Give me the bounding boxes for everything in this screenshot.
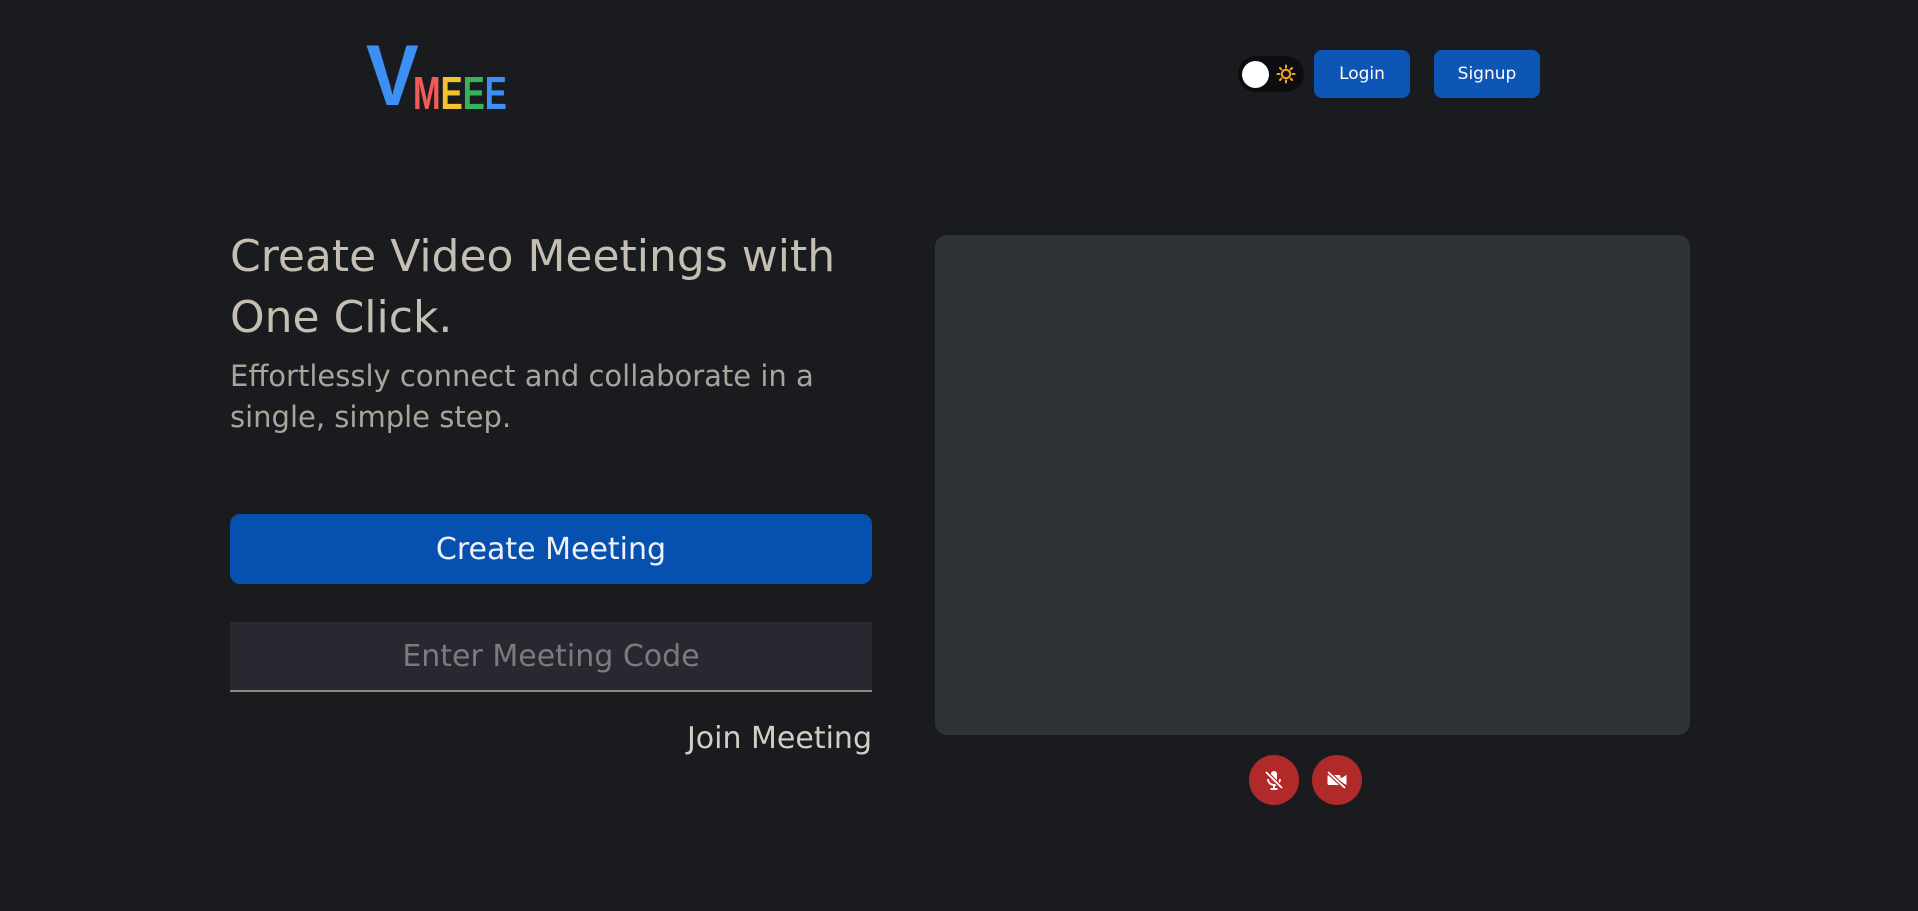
toggle-knob: [1242, 61, 1269, 88]
video-off-icon: [1326, 770, 1347, 790]
join-meeting-link[interactable]: Join Meeting: [660, 718, 872, 760]
meeting-code-input[interactable]: [230, 622, 872, 692]
hero-subtitle: Effortlessly connect and collaborate in …: [230, 359, 814, 434]
create-meeting-button[interactable]: Create Meeting: [230, 514, 872, 584]
signup-button[interactable]: Signup: [1434, 50, 1540, 98]
video-preview: [935, 235, 1690, 735]
logo-letters: M E E E: [413, 67, 508, 119]
logo-letter-e1: E: [440, 67, 464, 119]
mic-toggle-button[interactable]: [1249, 755, 1299, 805]
login-button[interactable]: Login: [1314, 50, 1410, 98]
hero-title: Create Video Meetings with One Click.: [230, 231, 836, 343]
logo-letter-t: E: [485, 67, 508, 119]
logo-letter-e2: E: [463, 67, 486, 119]
logo-v: V: [366, 28, 419, 124]
vmeet-logo[interactable]: V M E E E: [366, 28, 544, 124]
camera-toggle-button[interactable]: [1312, 755, 1362, 805]
mic-off-icon: [1264, 770, 1284, 790]
sun-icon: [1276, 64, 1296, 84]
landing-page: V M E E E Login Signup Create Video Meet: [0, 0, 1918, 911]
logo-letter-m: M: [413, 67, 441, 119]
theme-toggle[interactable]: [1238, 56, 1304, 92]
